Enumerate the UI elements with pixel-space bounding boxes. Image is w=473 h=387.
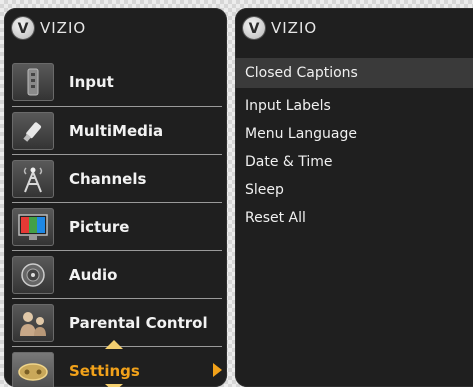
speaker-icon — [12, 256, 54, 294]
menu-item-audio[interactable]: Audio — [12, 250, 222, 298]
menu-item-label: Channels — [69, 170, 146, 188]
menu-item-label: Picture — [69, 218, 129, 236]
submenu-item-closed-captions[interactable]: Closed Captions — [235, 58, 473, 88]
menu-item-parental-control[interactable]: Parental Control — [12, 298, 222, 346]
logo-letter: V — [18, 22, 29, 36]
brand-name: VIZIO — [271, 19, 317, 37]
settings-submenu-panel: V VIZIO Closed Captions Input Labels Men… — [235, 8, 473, 387]
brand-name: VIZIO — [40, 19, 86, 37]
scroll-up-arrow-icon[interactable] — [105, 340, 123, 349]
main-menu-panel: V VIZIO Input — [4, 8, 227, 387]
menu-item-label: Input — [69, 73, 114, 91]
monitor-icon — [12, 208, 54, 246]
menu-item-label: Settings — [69, 362, 140, 380]
controller-icon — [12, 352, 54, 387]
usb-icon — [12, 112, 54, 150]
brand-header: V VIZIO — [12, 14, 86, 42]
menu-item-picture[interactable]: Picture — [12, 202, 222, 250]
people-icon — [12, 304, 54, 342]
logo-letter: V — [249, 22, 260, 36]
submenu-item-input-labels[interactable]: Input Labels — [235, 92, 473, 120]
menu-item-label: Audio — [69, 266, 117, 284]
submenu-item-reset-all[interactable]: Reset All — [235, 204, 473, 232]
menu-item-label: Parental Control — [69, 314, 208, 332]
brand-header: V VIZIO — [243, 14, 317, 42]
menu-item-multimedia[interactable]: MultiMedia — [12, 106, 222, 154]
vizio-logo-icon: V — [243, 17, 265, 39]
submenu-item-sleep[interactable]: Sleep — [235, 176, 473, 204]
menu-item-label: MultiMedia — [69, 122, 163, 140]
submenu-arrow-icon — [213, 363, 222, 377]
vizio-logo-icon: V — [12, 17, 34, 39]
input-icon — [12, 63, 54, 101]
settings-submenu: Closed Captions Input Labels Menu Langua… — [235, 58, 473, 232]
antenna-icon — [12, 160, 54, 198]
main-menu: Input MultiMedia — [12, 58, 222, 387]
menu-item-channels[interactable]: Channels — [12, 154, 222, 202]
menu-item-settings[interactable]: Settings — [12, 346, 222, 387]
submenu-item-date-time[interactable]: Date & Time — [235, 148, 473, 176]
menu-item-input[interactable]: Input — [12, 58, 222, 106]
submenu-item-menu-language[interactable]: Menu Language — [235, 120, 473, 148]
